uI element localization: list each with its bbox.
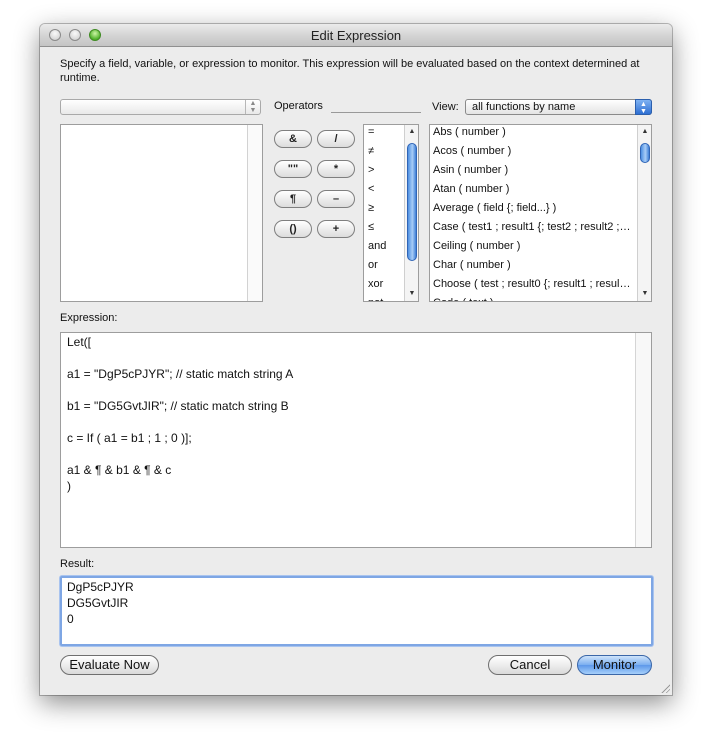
result-line: DG5GvtJIR <box>67 596 129 610</box>
scroll-up-arrow-icon[interactable]: ▲ <box>638 126 651 138</box>
operator-ampersand-button[interactable]: & <box>274 130 312 148</box>
expression-line: ) <box>67 479 71 493</box>
list-item[interactable]: ≤ <box>368 218 374 237</box>
operator-pilcrow-button[interactable]: ¶ <box>274 190 312 208</box>
window-title: Edit Expression <box>310 28 402 43</box>
function-item[interactable]: Choose ( test ; result0 {; result1 ; res… <box>433 275 633 294</box>
function-list[interactable]: Abs ( number ) Acos ( number ) Asin ( nu… <box>429 124 652 302</box>
function-item[interactable]: Asin ( number ) <box>433 161 633 180</box>
result-label: Result: <box>60 558 95 570</box>
list-item[interactable]: > <box>368 161 374 180</box>
list-item[interactable]: and <box>368 237 386 256</box>
operators-scrollbar[interactable]: ▲ ▼ <box>404 125 418 301</box>
function-item[interactable]: Case ( test1 ; result1 {; test2 ; result… <box>433 218 633 237</box>
function-item[interactable]: Acos ( number ) <box>433 142 633 161</box>
expression-line: a1 & ¶ & b1 & ¶ & c <box>67 463 172 477</box>
function-item[interactable]: Average ( field {; field...} ) <box>433 199 633 218</box>
operator-multiply-button[interactable]: * <box>317 160 355 178</box>
expression-label: Expression: <box>60 312 118 324</box>
comparison-operators-list[interactable]: = ≠ > < ≥ ≤ and or xor not ▲ ▼ <box>363 124 419 302</box>
list-item[interactable]: ≥ <box>368 199 374 218</box>
resize-grip-icon[interactable] <box>660 683 670 693</box>
function-item[interactable]: Char ( number ) <box>433 256 633 275</box>
list-item[interactable]: xor <box>368 275 383 294</box>
monitor-button[interactable]: Monitor <box>577 655 652 675</box>
operator-divide-button[interactable]: / <box>317 130 355 148</box>
table-popup[interactable]: ▲ ▼ <box>60 99 261 115</box>
operator-plus-button[interactable]: + <box>317 220 355 238</box>
function-item[interactable]: Abs ( number ) <box>433 125 633 142</box>
list-item[interactable]: not <box>368 294 383 301</box>
list-item[interactable]: < <box>368 180 374 199</box>
result-field[interactable]: DgP5cPJYR DG5GvtJIR 0 <box>60 576 653 646</box>
list-item[interactable]: = <box>368 125 374 142</box>
expression-line: c = If ( a1 = b1 ; 1 ; 0 )]; <box>67 431 192 445</box>
scroll-down-arrow-icon[interactable]: ▼ <box>405 288 418 300</box>
list-item[interactable]: ≠ <box>368 142 374 161</box>
instructions-text: Specify a field, variable, or expression… <box>60 58 640 84</box>
updown-arrows-icon: ▲ ▼ <box>635 99 652 115</box>
title-bar[interactable]: Edit Expression <box>40 24 672 47</box>
expression-line: b1 = "DG5GvtJIR"; // static match string… <box>67 399 289 413</box>
operator-parentheses-button[interactable]: () <box>274 220 312 238</box>
scroll-thumb[interactable] <box>640 143 650 163</box>
expression-line: a1 = "DgP5cPJYR"; // static match string… <box>67 367 294 381</box>
result-line: 0 <box>67 612 74 626</box>
result-line: DgP5cPJYR <box>67 580 134 594</box>
field-list[interactable] <box>60 124 263 302</box>
cancel-button[interactable]: Cancel <box>488 655 572 675</box>
function-item[interactable]: Ceiling ( number ) <box>433 237 633 256</box>
expression-editor[interactable]: Let([ a1 = "DgP5cPJYR"; // static match … <box>60 332 652 548</box>
operator-quotes-button[interactable]: "" <box>274 160 312 178</box>
function-item[interactable]: Atan ( number ) <box>433 180 633 199</box>
field-list-scrollbar[interactable] <box>247 125 262 301</box>
operators-divider <box>331 112 421 113</box>
view-popup[interactable]: all functions by name ▲ ▼ <box>465 99 652 115</box>
edit-expression-window: Edit Expression Specify a field, variabl… <box>40 24 672 695</box>
operator-minus-button[interactable]: – <box>317 190 355 208</box>
scroll-up-arrow-icon[interactable]: ▲ <box>405 126 418 138</box>
evaluate-now-button[interactable]: Evaluate Now <box>60 655 159 675</box>
expression-scrollbar[interactable] <box>635 333 651 547</box>
updown-arrows-icon: ▲ ▼ <box>245 100 260 114</box>
operators-label: Operators <box>274 100 323 112</box>
function-item[interactable]: Code ( text ) <box>433 294 633 301</box>
scroll-thumb[interactable] <box>407 143 417 261</box>
view-label: View: <box>432 101 459 113</box>
scroll-down-arrow-icon[interactable]: ▼ <box>638 288 651 300</box>
expression-line: Let([ <box>67 335 92 349</box>
list-item[interactable]: or <box>368 256 378 275</box>
view-selected-value: all functions by name <box>472 101 576 113</box>
functions-scrollbar[interactable]: ▲ ▼ <box>637 125 651 301</box>
